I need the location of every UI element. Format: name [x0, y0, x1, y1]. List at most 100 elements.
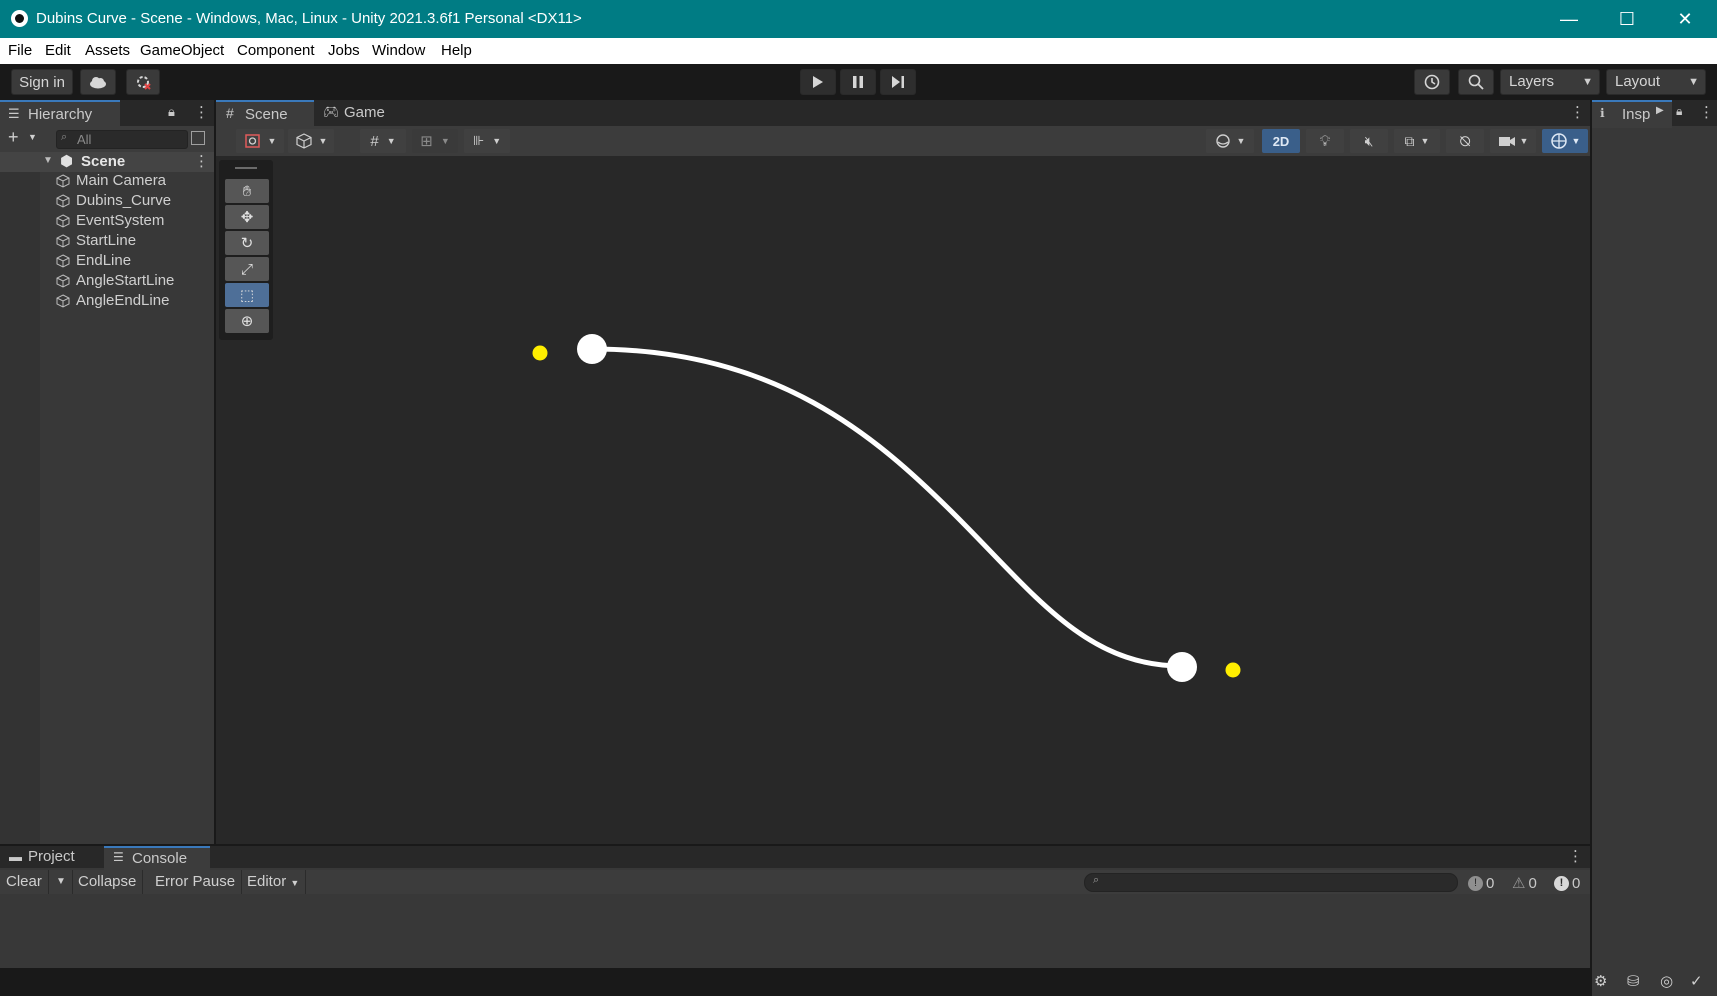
- list-item[interactable]: AngleEndLine: [56, 292, 169, 309]
- menu-jobs[interactable]: Jobs: [328, 42, 360, 59]
- lock-icon[interactable]: 🔒︎: [168, 104, 175, 120]
- draw-mode-dropdown[interactable]: ▼: [236, 129, 284, 153]
- list-item[interactable]: Dubins_Curve: [56, 192, 172, 209]
- toggle-2d-button[interactable]: 2D: [1262, 129, 1300, 153]
- menu-assets[interactable]: Assets: [85, 42, 130, 59]
- rect-tool-button[interactable]: ⬚: [225, 283, 269, 307]
- clear-button[interactable]: Clear: [0, 870, 49, 894]
- list-item[interactable]: Main Camera: [56, 172, 166, 189]
- kebab-menu-icon[interactable]: ⋮: [1699, 103, 1714, 121]
- collab-button[interactable]: [126, 69, 160, 95]
- clear-options-dropdown[interactable]: ▼: [50, 870, 73, 894]
- console-search-input[interactable]: ⌕: [1084, 873, 1458, 892]
- hand-tool-button[interactable]: ✋︎: [225, 179, 269, 203]
- gameobject-cube-icon: [56, 174, 70, 188]
- drag-handle-icon[interactable]: [235, 167, 257, 169]
- transform-tool-button[interactable]: ⊕: [225, 309, 269, 333]
- cloud-button[interactable]: [80, 69, 116, 95]
- collapse-button[interactable]: Collapse: [72, 870, 144, 894]
- grid-hash-icon: #: [226, 105, 234, 121]
- scene-viewport[interactable]: [216, 156, 1590, 844]
- step-icon: [892, 76, 904, 88]
- chevron-down-icon: ▼: [318, 136, 328, 146]
- kebab-menu-icon[interactable]: ⋮: [194, 152, 209, 170]
- checkmark-icon[interactable]: ✓: [1690, 972, 1703, 990]
- editor-dropdown[interactable]: Editor ▼: [241, 870, 307, 894]
- progress-icon[interactable]: ◎: [1660, 972, 1673, 990]
- log-count-badge[interactable]: ! 0: [1468, 873, 1494, 893]
- lock-icon[interactable]: 🔒︎: [1676, 104, 1682, 119]
- tab-console[interactable]: ☰ Console: [104, 846, 210, 870]
- history-button[interactable]: [1414, 69, 1450, 95]
- rotate-tool-button[interactable]: ↻: [225, 231, 269, 255]
- menu-window[interactable]: Window: [372, 42, 425, 59]
- menu-help[interactable]: Help: [441, 42, 472, 59]
- list-item[interactable]: AngleStartLine: [56, 272, 175, 289]
- menu-edit[interactable]: Edit: [45, 42, 71, 59]
- chevron-right-icon[interactable]: ▶: [1656, 105, 1664, 116]
- dubins-curve-path: [589, 346, 1185, 669]
- error-count-badge[interactable]: ! 0: [1554, 873, 1580, 893]
- search-button[interactable]: [1458, 69, 1494, 95]
- camera-dropdown[interactable]: ▼: [1490, 129, 1536, 153]
- tab-scene[interactable]: # Scene: [216, 100, 314, 128]
- angle-end-marker: [1225, 662, 1241, 678]
- cache-server-icon[interactable]: ⛁: [1627, 972, 1640, 990]
- chevron-down-icon: ▼: [1236, 136, 1246, 146]
- collab-gear-icon: [137, 76, 151, 90]
- tab-hierarchy[interactable]: ☰ Hierarchy: [0, 100, 120, 128]
- title-bar: Dubins Curve - Scene - Windows, Mac, Lin…: [0, 0, 1717, 38]
- minimize-button[interactable]: —: [1540, 0, 1598, 38]
- layout-dropdown[interactable]: Layout ▼: [1606, 69, 1706, 95]
- increment-snap-dropdown[interactable]: ⊞ ▼: [412, 129, 458, 153]
- render-mode-dropdown[interactable]: ▼: [288, 129, 334, 153]
- tab-project-label: Project: [28, 848, 75, 865]
- tab-game[interactable]: 🎮︎ Game: [316, 100, 406, 126]
- scene-row[interactable]: ▼ ⬢ Scene ⋮: [0, 152, 214, 172]
- tab-project[interactable]: ▬ Project: [0, 846, 102, 868]
- item-label: AngleStartLine: [76, 272, 175, 289]
- kebab-menu-icon[interactable]: ⋮: [1568, 847, 1583, 865]
- chevron-down-icon: ▼: [492, 136, 502, 146]
- chevron-down-icon[interactable]: ▼: [28, 132, 37, 142]
- align-dropdown[interactable]: ⊪ ▼: [464, 129, 510, 153]
- menu-gameobject[interactable]: GameObject: [140, 42, 224, 59]
- move-tool-button[interactable]: ✥: [225, 205, 269, 229]
- audio-toggle[interactable]: 🔇︎: [1350, 129, 1388, 153]
- close-button[interactable]: ✕: [1656, 0, 1714, 38]
- pause-button[interactable]: [840, 69, 876, 95]
- grid-icon: #: [370, 132, 379, 150]
- search-icon: ⌕: [61, 131, 68, 143]
- expand-arrow-icon[interactable]: ▼: [43, 155, 53, 166]
- effects-dropdown[interactable]: ⧉ ▼: [1394, 129, 1440, 153]
- play-button[interactable]: [800, 69, 836, 95]
- grid-snapping-dropdown[interactable]: # ▼: [360, 129, 406, 153]
- scale-tool-button[interactable]: ⤢: [225, 257, 269, 281]
- chevron-down-icon: ▼: [1519, 136, 1529, 146]
- error-icon: !: [1554, 875, 1569, 891]
- kebab-menu-icon[interactable]: ⋮: [194, 103, 209, 121]
- lighting-toggle[interactable]: 💡︎: [1306, 129, 1344, 153]
- step-button[interactable]: [880, 69, 916, 95]
- list-item[interactable]: StartLine: [56, 232, 136, 249]
- sign-in-button[interactable]: Sign in: [11, 69, 73, 95]
- error-pause-button[interactable]: Error Pause: [149, 870, 243, 894]
- scene-visibility-icon[interactable]: [191, 131, 205, 145]
- scene-panel: # Scene 🎮︎ Game ⋮ ▼ ▼ # ▼ ⊞ ▼ ⊪ ▼ ▼ 2D 💡…: [216, 100, 1590, 844]
- layers-dropdown[interactable]: Layers ▼: [1500, 69, 1600, 95]
- gameobject-cube-icon: [56, 254, 70, 268]
- hidden-objects-toggle[interactable]: ⦰: [1446, 129, 1484, 153]
- debug-bug-icon[interactable]: ⚙: [1594, 972, 1607, 990]
- add-icon[interactable]: +: [8, 127, 19, 148]
- warning-count-badge[interactable]: ⚠ 0: [1512, 873, 1537, 893]
- list-item[interactable]: EndLine: [56, 252, 131, 269]
- hierarchy-search-input[interactable]: ⌕ All: [56, 130, 188, 149]
- list-item[interactable]: EventSystem: [56, 212, 164, 229]
- draw-shading-dropdown[interactable]: ▼: [1206, 129, 1254, 153]
- item-label: Dubins_Curve: [76, 192, 172, 209]
- kebab-menu-icon[interactable]: ⋮: [1570, 103, 1585, 121]
- menu-component[interactable]: Component: [237, 42, 315, 59]
- gizmos-dropdown[interactable]: ▼: [1542, 129, 1588, 153]
- maximize-button[interactable]: ☐: [1598, 0, 1656, 38]
- menu-file[interactable]: File: [8, 42, 32, 59]
